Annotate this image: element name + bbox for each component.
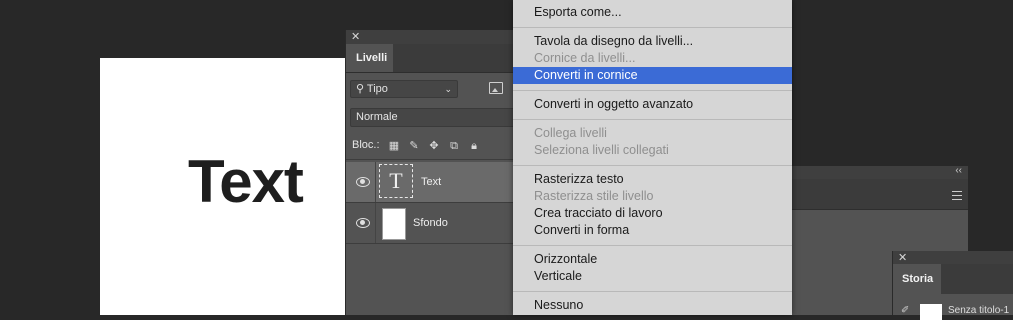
panel-menu-icon[interactable]: [952, 191, 962, 200]
close-icon[interactable]: ✕: [351, 30, 360, 44]
menu-item-converti-in-cornice[interactable]: Converti in cornice: [513, 67, 792, 84]
menu-item-converti-oggetto-avanzato[interactable]: Converti in oggetto avanzato: [513, 96, 792, 113]
close-icon[interactable]: ✕: [898, 251, 907, 265]
lock-transparency-icon[interactable]: ▦: [387, 139, 401, 153]
layer-name[interactable]: Text: [421, 162, 441, 202]
text-layer-thumbnail: T: [379, 164, 413, 198]
history-item[interactable]: ✐ Senza titolo-1: [893, 303, 1013, 320]
layer-row-text[interactable]: T Text: [346, 162, 516, 202]
menu-item-orizzontale[interactable]: Orizzontale: [513, 251, 792, 268]
eye-icon[interactable]: [356, 176, 370, 187]
tab-livelli[interactable]: Livelli: [346, 44, 393, 72]
divider: [346, 243, 516, 244]
search-icon: ⚲: [356, 83, 367, 95]
layer-filter-row: ⚲ Tipo ⌄: [350, 80, 525, 100]
menu-separator: [513, 90, 792, 91]
menu-separator: [513, 165, 792, 166]
menu-separator: [513, 27, 792, 28]
lock-position-icon[interactable]: ✥: [427, 139, 441, 153]
history-tabbar: Storia: [893, 264, 1013, 294]
background-layer-thumbnail: [382, 208, 406, 240]
history-snapshot-thumbnail: [920, 304, 942, 320]
panel-header: ‹‹: [792, 165, 968, 179]
menu-item-rasterizza-stile: Rasterizza stile livello: [534, 189, 654, 203]
menu-item-crea-tracciato[interactable]: Crea tracciato di lavoro: [513, 205, 792, 222]
divider: [375, 203, 376, 243]
lock-row: Bloc.: ▦ ✎ ✥ ⧉ 🔒︎: [352, 137, 516, 153]
menu-item-tavola-da-disegno[interactable]: Tavola da disegno da livelli...: [513, 33, 792, 50]
tab-storia[interactable]: Storia: [893, 264, 941, 294]
lock-label: Bloc.:: [352, 139, 380, 151]
lock-artboard-icon[interactable]: ⧉: [447, 139, 461, 153]
layers-panel-header: ✕: [346, 30, 516, 44]
menu-separator: [513, 119, 792, 120]
menu-item-esporta-come[interactable]: Esporta come...: [513, 4, 792, 21]
document-text-layer[interactable]: Text: [188, 147, 304, 217]
menu-item-rasterizza-testo[interactable]: Rasterizza testo: [513, 171, 792, 188]
collapse-icon[interactable]: ‹‹: [955, 165, 962, 176]
layer-name[interactable]: Sfondo: [413, 203, 448, 243]
blend-mode-select[interactable]: Normale: [350, 108, 516, 127]
divider: [346, 159, 516, 160]
layers-panel: ✕ Livelli ⚲ Tipo ⌄ Normale Bloc.: ▦ ✎ ✥ ⧉ 🔒︎…: [345, 30, 525, 315]
menu-item-cornice-da-livelli: Cornice da livelli...: [534, 51, 636, 65]
layer-context-menu: Esporta come... Tavola da disegno da liv…: [513, 0, 792, 315]
panel-tabbar: [792, 179, 968, 210]
menu-item-seleziona-collegati: Seleziona livelli collegati: [534, 143, 669, 157]
chevron-down-icon: ⌄: [444, 84, 452, 94]
image-filter-icon[interactable]: [489, 82, 503, 94]
menu-separator: [513, 245, 792, 246]
lock-paint-icon[interactable]: ✎: [407, 139, 421, 153]
layers-tabbar: Livelli: [346, 44, 516, 73]
menu-separator: [513, 291, 792, 292]
canvas-document[interactable]: Text: [100, 58, 346, 315]
layer-filter-select[interactable]: ⚲ Tipo ⌄: [350, 80, 458, 98]
menu-item-verticale[interactable]: Verticale: [513, 268, 792, 285]
menu-item-collega-livelli: Collega livelli: [534, 126, 607, 140]
menu-item-nessuno[interactable]: Nessuno: [513, 297, 792, 314]
divider: [375, 162, 376, 202]
lock-all-icon[interactable]: 🔒︎: [467, 139, 481, 153]
filter-label: Tipo: [366, 83, 388, 95]
history-brush-icon[interactable]: ✐: [901, 305, 909, 316]
history-item-label: Senza titolo-1: [948, 305, 1010, 316]
eye-icon[interactable]: [356, 217, 370, 228]
history-panel-header: ✕: [893, 251, 1013, 264]
history-panel: ✕ Storia ✐ Senza titolo-1: [892, 251, 1013, 320]
layer-row-sfondo[interactable]: Sfondo: [346, 203, 516, 243]
menu-item-converti-in-forma[interactable]: Converti in forma: [513, 222, 792, 239]
